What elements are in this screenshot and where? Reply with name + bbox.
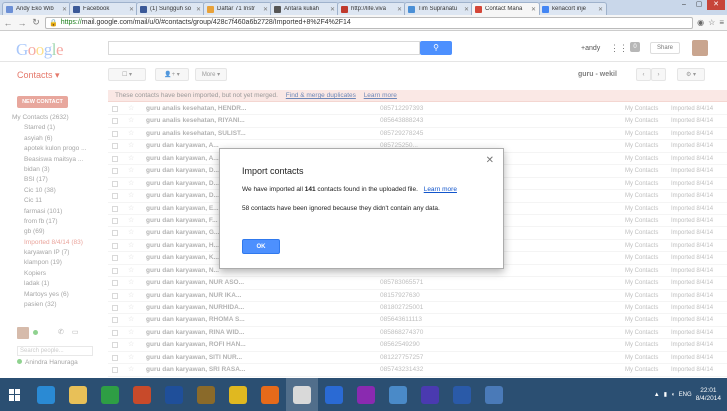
taskbar-app[interactable] [318, 378, 350, 411]
browser-tab-bar: Andy Eko Wib ✕ Facebook ✕ (1) Sungguh so ✕ Daf… [0, 0, 727, 15]
close-tab-icon[interactable]: ✕ [464, 6, 469, 13]
gmail-header: Google ⚲ +andy ⋮⋮ 0 Share [0, 32, 727, 62]
browser-tab[interactable]: kenacort inje ✕ [538, 2, 607, 15]
window-controls: – ▢ ✕ [677, 0, 725, 10]
taskbar-app[interactable] [30, 378, 62, 411]
app-red-icon [133, 385, 151, 404]
close-tab-icon[interactable]: ✕ [330, 6, 335, 13]
taskbar-app[interactable] [190, 378, 222, 411]
browser-tab[interactable]: http://life.viva ✕ [337, 2, 406, 15]
browser-tab[interactable]: Contact Mana ✕ [471, 2, 540, 15]
store-icon [101, 385, 119, 404]
browser-tab[interactable]: Antara kuliah ✕ [270, 2, 339, 15]
user-link[interactable]: +andy [581, 45, 600, 52]
taskbar-app[interactable] [286, 378, 318, 411]
system-tray: ▲ ▮ ◖ ENG 22:01 8/4/2014 [654, 387, 727, 403]
browser-tab[interactable]: (1) Sungguh so ✕ [136, 2, 205, 15]
share-button[interactable]: Share [650, 42, 680, 54]
network-icon[interactable]: ▮ [664, 391, 667, 398]
favicon-icon [408, 5, 415, 13]
taskbar-app[interactable] [350, 378, 382, 411]
taskbar-app[interactable] [414, 378, 446, 411]
favicon-icon [341, 5, 348, 13]
favicon-icon [73, 5, 80, 13]
explorer-icon [69, 385, 87, 404]
address-bar: ← → ↻ 🔒 https://mail.google.com/mail/u/0… [0, 15, 727, 31]
back-icon[interactable]: ← [3, 18, 13, 28]
close-icon[interactable]: ✕ [486, 155, 494, 166]
extension-icon[interactable]: ◉ [697, 18, 704, 27]
import-contacts-dialog: Import contacts ✕ We have imported all 1… [219, 148, 504, 269]
taskbar-app[interactable] [126, 378, 158, 411]
taskbar-app[interactable] [478, 378, 510, 411]
avatar[interactable] [692, 40, 708, 56]
taskbar-app[interactable] [62, 378, 94, 411]
windows-taskbar: ▲ ▮ ◖ ENG 22:01 8/4/2014 [0, 378, 727, 411]
favicon-icon [140, 5, 147, 13]
volume-icon[interactable]: ◖ [671, 392, 675, 398]
forward-icon[interactable]: → [17, 18, 27, 28]
taskbar-app[interactable] [382, 378, 414, 411]
taskbar-app[interactable] [222, 378, 254, 411]
word-icon [453, 385, 471, 404]
close-tab-icon[interactable]: ✕ [531, 6, 536, 13]
firefox-icon [261, 385, 279, 404]
close-tab-icon[interactable]: ✕ [62, 6, 67, 13]
google-logo[interactable]: Google [16, 40, 64, 60]
favicon-icon [274, 5, 281, 13]
lync-icon [325, 385, 343, 404]
star-icon[interactable]: ☆ [708, 18, 715, 27]
media-icon [421, 385, 439, 404]
close-window-button[interactable]: ✕ [707, 0, 725, 10]
url-field[interactable]: 🔒 https://mail.google.com/mail/u/0/#cont… [45, 16, 694, 29]
import-count: 141 [304, 186, 316, 193]
close-tab-icon[interactable]: ✕ [129, 6, 134, 13]
browser-tab[interactable]: Andy Eko Wib ✕ [2, 2, 71, 15]
taskbar-app[interactable] [446, 378, 478, 411]
language-indicator[interactable]: ENG [679, 392, 692, 398]
browser-tab[interactable]: Tim Supranatu ✕ [404, 2, 473, 15]
clock[interactable]: 22:01 8/4/2014 [696, 387, 721, 403]
browser-tab[interactable]: Daftar 71 Instr ✕ [203, 2, 272, 15]
chrome-icon [293, 385, 311, 404]
tray-arrow-icon[interactable]: ▲ [654, 392, 660, 398]
maximize-button[interactable]: ▢ [692, 0, 706, 10]
favicon-icon [542, 5, 549, 13]
favicon-icon [207, 5, 214, 13]
windows-logo-icon [9, 388, 21, 401]
favicon-icon [6, 5, 13, 13]
onenote-icon [357, 385, 375, 404]
lock-icon: 🔒 [49, 19, 58, 27]
tool-icon [197, 385, 215, 404]
taskbar-app[interactable] [254, 378, 286, 411]
close-tab-icon[interactable]: ✕ [397, 6, 402, 13]
notification-count[interactable]: 0 [630, 42, 640, 52]
search-button[interactable]: ⚲ [420, 41, 452, 55]
dialog-message: We have imported all 141 contacts found … [242, 186, 457, 193]
reload-icon[interactable]: ↻ [31, 17, 41, 28]
ok-button[interactable]: OK [242, 239, 280, 254]
apps-grid-icon[interactable]: ⋮⋮ [610, 43, 628, 54]
search-input[interactable] [108, 41, 420, 55]
close-tab-icon[interactable]: ✕ [598, 6, 603, 13]
search-icon: ⚲ [433, 43, 439, 52]
dialog-ignored-message: 58 contacts have been ignored because th… [242, 205, 440, 212]
network-icon [389, 385, 407, 404]
minimize-button[interactable]: – [677, 0, 691, 10]
start-button[interactable] [0, 378, 30, 411]
favicon-icon [475, 5, 482, 13]
ie-icon [37, 385, 55, 404]
taskbar-app[interactable] [94, 378, 126, 411]
close-tab-icon[interactable]: ✕ [263, 6, 268, 13]
paint-icon [485, 385, 503, 404]
browser-tab[interactable]: Facebook ✕ [69, 2, 138, 15]
globe-icon [229, 385, 247, 404]
help-icon [165, 385, 183, 404]
menu-icon[interactable]: ≡ [719, 18, 724, 27]
dialog-title: Import contacts [242, 166, 304, 176]
learn-more-link[interactable]: Learn more [424, 186, 457, 193]
close-tab-icon[interactable]: ✕ [196, 6, 201, 13]
taskbar-app[interactable] [158, 378, 190, 411]
